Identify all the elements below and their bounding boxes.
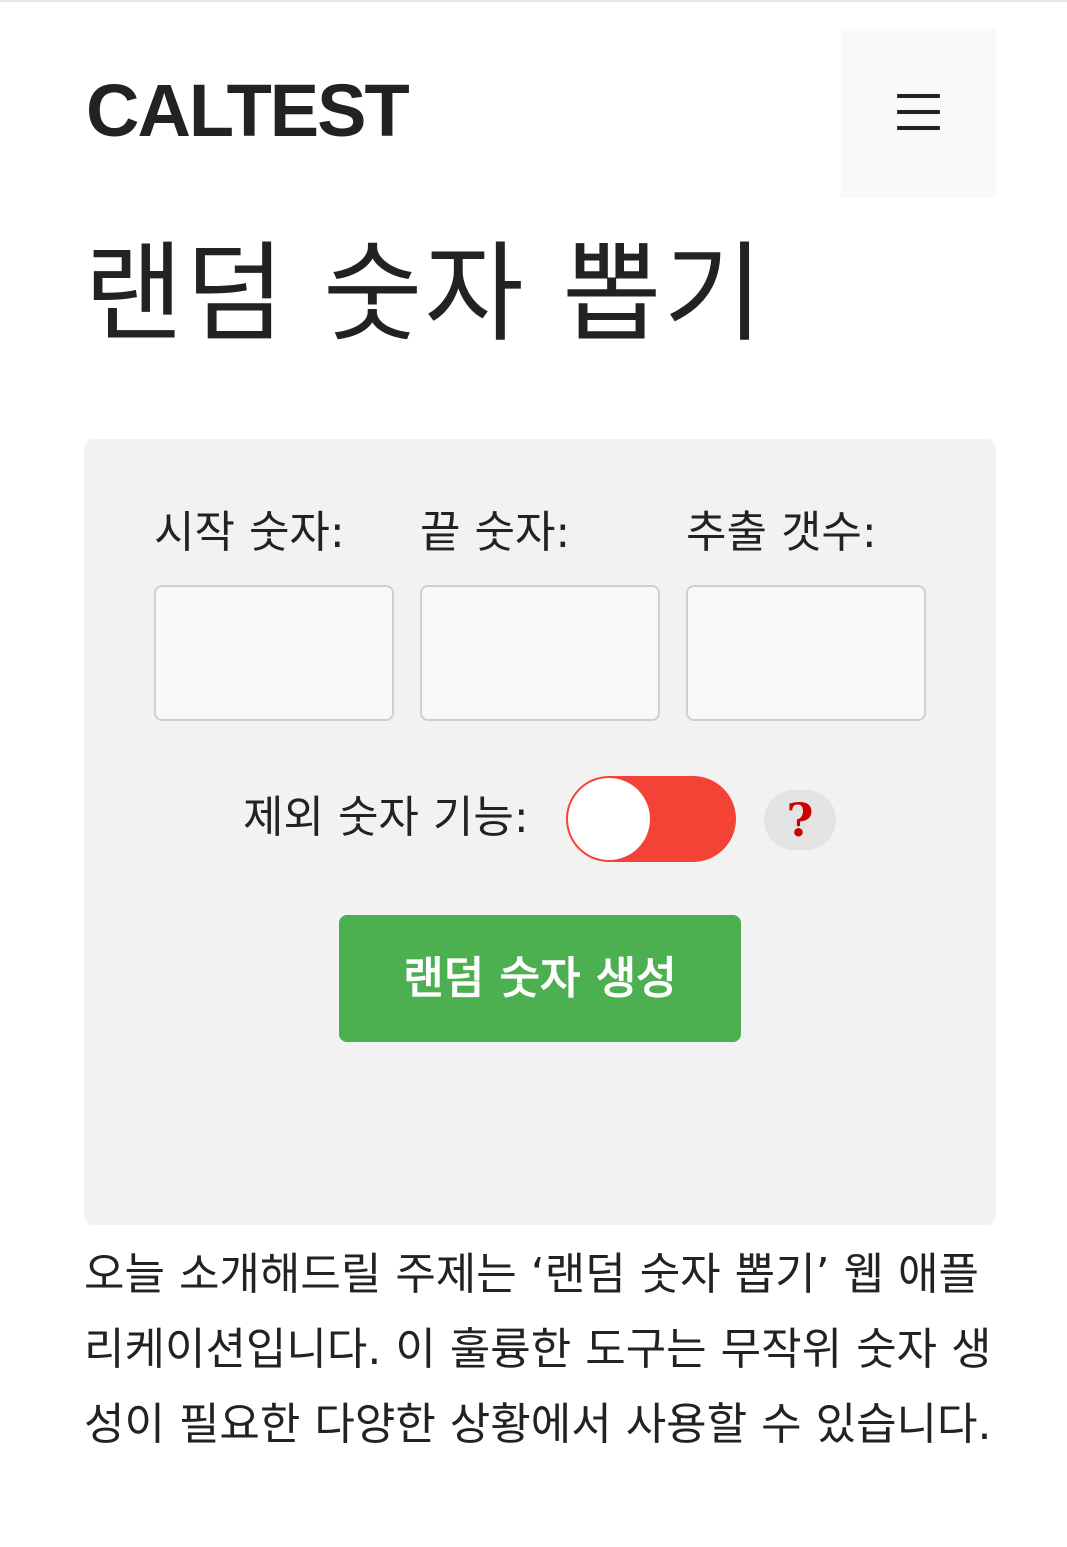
end-number-input[interactable] [420, 585, 660, 721]
end-number-label: 끝 숫자: [420, 507, 571, 558]
site-header: CALTEST [0, 0, 1067, 200]
menu-bar-middle [897, 110, 940, 114]
count-label: 추출 갯수: [686, 507, 877, 558]
site-logo[interactable]: CALTEST [86, 66, 410, 156]
toggle-knob [568, 778, 650, 860]
menu-bar-top [897, 94, 940, 98]
start-number-label: 시작 숫자: [154, 507, 345, 558]
exclude-numbers-label: 제외 숫자 기능: [243, 792, 529, 843]
question-mark-icon[interactable]: ? [764, 790, 836, 850]
exclude-numbers-toggle[interactable] [566, 776, 736, 862]
count-input[interactable] [686, 585, 926, 721]
menu-bar-bottom [897, 126, 940, 130]
start-number-input[interactable] [154, 585, 394, 721]
intro-paragraph: 오늘 소개해드릴 주제는 ‘랜덤 숫자 뽑기’ 웹 애플리케이션입니다. 이 훌… [84, 1249, 992, 1450]
menu-button[interactable] [841, 29, 996, 198]
page-title: 랜덤 숫자 뽑기 [84, 232, 765, 357]
generate-button[interactable]: 랜덤 숫자 생성 [339, 915, 741, 1042]
